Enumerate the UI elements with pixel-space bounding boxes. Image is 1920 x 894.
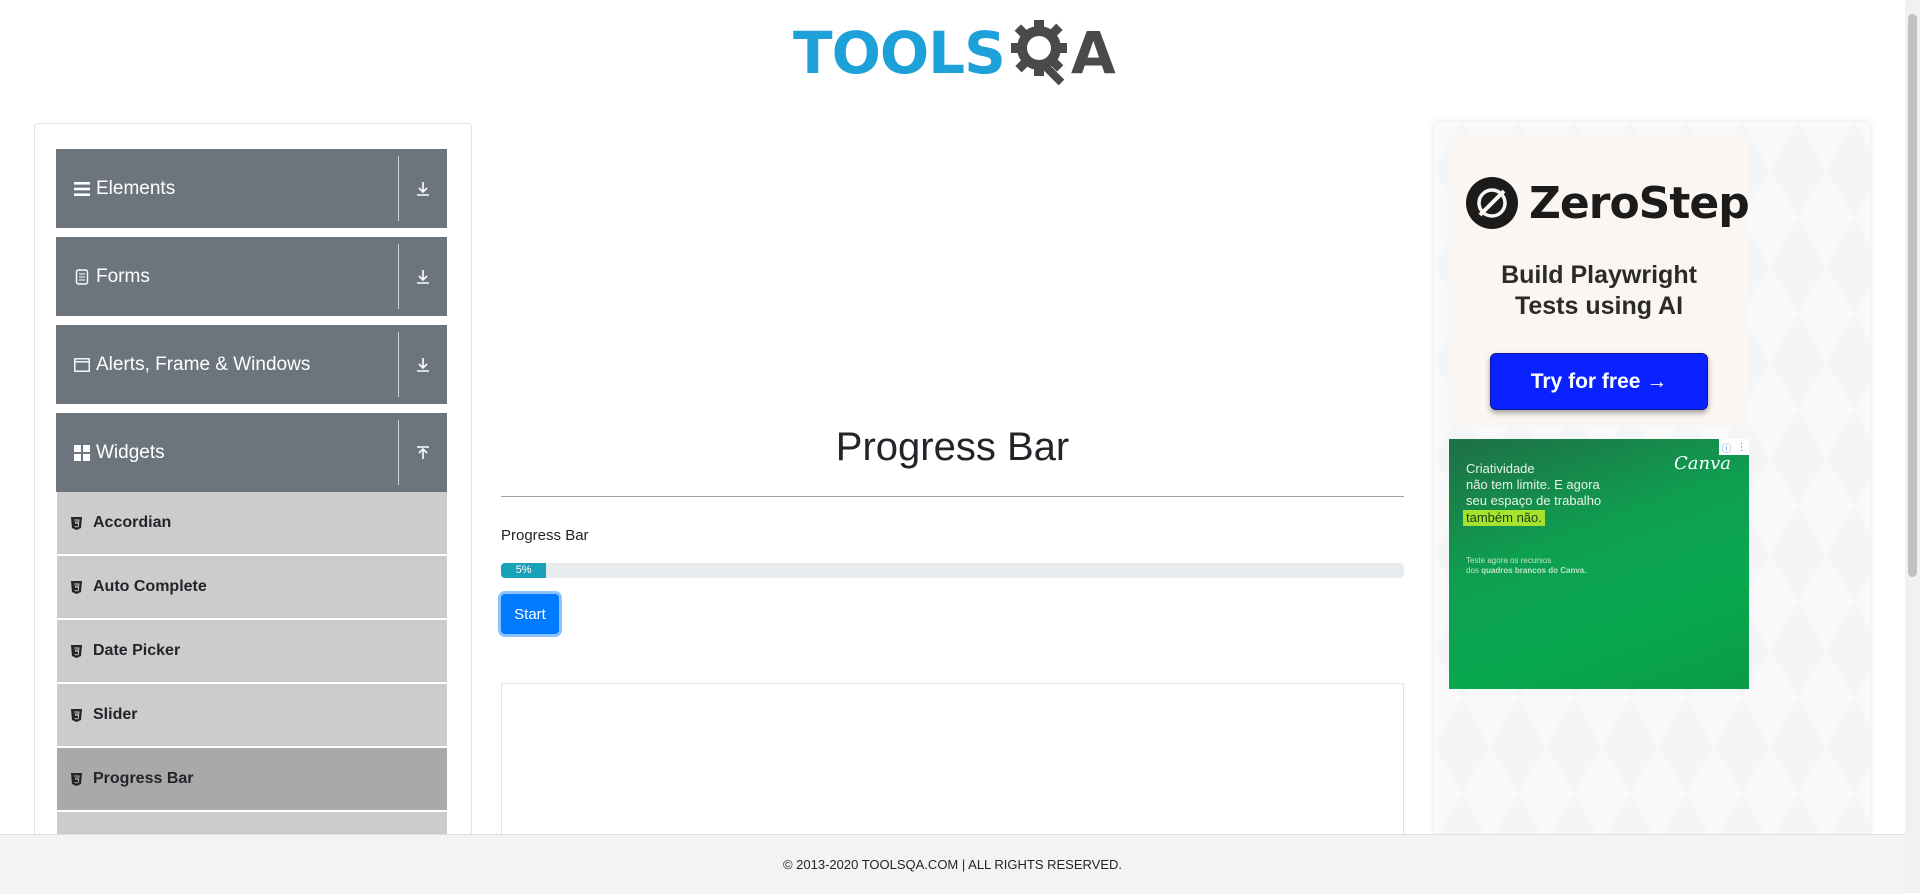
- canva-ad-small-line: Teste agora os recursos: [1466, 556, 1552, 565]
- canva-ad-line: seu espaço de trabalho: [1466, 493, 1602, 508]
- download-arrow-icon[interactable]: [399, 181, 447, 197]
- sidebar-group-label: Alerts, Frame & Windows: [96, 353, 311, 375]
- title-divider: [501, 496, 1404, 497]
- page-title: Progress Bar: [835, 425, 1070, 469]
- window-icon: [72, 357, 92, 372]
- zerostep-headline-line: Build Playwright: [1501, 261, 1697, 289]
- canva-ad-line: Criatividade: [1466, 461, 1535, 476]
- download-arrow-icon[interactable]: [399, 269, 447, 285]
- zerostep-brand: ZeroStep: [1465, 176, 1750, 230]
- canva-ad-text: Criatividade não tem limite. E agora seu…: [1463, 461, 1602, 526]
- canva-ad[interactable]: ⓘ ⋮ Canva Criatividade não tem limite. E …: [1449, 439, 1749, 689]
- html5-icon: [71, 516, 85, 530]
- canva-ad-highlight: também não.: [1463, 510, 1545, 526]
- progress-bar-label: Progress Bar: [501, 527, 589, 544]
- sidebar-group-label: Widgets: [96, 441, 165, 463]
- try-for-free-button[interactable]: Try for free →: [1490, 353, 1708, 410]
- document-icon: [72, 268, 92, 285]
- sidebar-group-elements[interactable]: Elements: [56, 149, 447, 228]
- sidebar-item-label: Auto Complete: [93, 578, 207, 595]
- html5-icon: [71, 772, 85, 786]
- sidebar-group-widgets[interactable]: Widgets: [56, 413, 447, 492]
- zerostep-headline: Build Playwright Tests using AI: [1449, 260, 1749, 322]
- zerostep-ad[interactable]: ZeroStep Build Playwright Tests using AI…: [1449, 136, 1750, 426]
- content-panel: [501, 683, 1404, 834]
- sidebar-group-alerts[interactable]: Alerts, Frame & Windows: [56, 325, 447, 404]
- logo-text-suffix: A: [1070, 19, 1116, 87]
- html5-icon: [71, 644, 85, 658]
- logo-text: TOOLS: [793, 19, 1006, 87]
- sidebar-item-progress-bar[interactable]: Progress Bar: [57, 748, 447, 812]
- logo-gear-icon: [1009, 18, 1071, 88]
- sidebar-item-label: Progress Bar: [93, 770, 194, 787]
- footer-copyright: © 2013-2020 TOOLSQA.COM | ALL RIGHTS RES…: [782, 857, 1123, 872]
- toolsqa-logo[interactable]: TOOLS A: [793, 16, 1118, 90]
- sidebar-item-slider[interactable]: Slider: [57, 684, 447, 748]
- left-sidebar: Elements Forms Alerts, Frame & Windows W…: [34, 123, 472, 845]
- canva-ad-small-print: Teste agora os recursos dos quadros bran…: [1466, 556, 1586, 576]
- upload-arrow-icon[interactable]: [399, 445, 447, 461]
- sidebar-item-label: Date Picker: [93, 642, 181, 659]
- zerostep-brand-name: ZeroStep: [1529, 177, 1750, 229]
- scrollbar-thumb[interactable]: [1908, 14, 1917, 577]
- progress-bar: 5%: [501, 563, 1404, 578]
- download-arrow-icon[interactable]: [399, 357, 447, 373]
- canva-logo: Canva: [1674, 453, 1731, 474]
- canva-ad-small-line: dos quadros brancos do Canva.: [1466, 566, 1586, 576]
- sidebar-group-label: Forms: [96, 265, 150, 287]
- sidebar-item-auto-complete[interactable]: Auto Complete: [57, 556, 447, 620]
- sidebar-item-accordian[interactable]: Accordian: [57, 492, 447, 556]
- start-button[interactable]: Start: [501, 594, 559, 634]
- sidebar-item-label: Accordian: [93, 514, 172, 531]
- html5-icon: [71, 708, 85, 722]
- widgets-icon: [72, 444, 92, 461]
- footer: © 2013-2020 TOOLSQA.COM | ALL RIGHTS RES…: [0, 834, 1905, 894]
- sidebar-group-forms[interactable]: Forms: [56, 237, 447, 316]
- canva-ad-small-prefix: dos: [1466, 566, 1482, 575]
- sidebar-item-label: Slider: [93, 706, 138, 723]
- canva-ad-small-bold: quadros brancos do Canva.: [1481, 566, 1587, 575]
- sidebar-item-date-picker[interactable]: Date Picker: [57, 620, 447, 684]
- canva-ad-line: não tem limite. E agora: [1466, 477, 1600, 492]
- zerostep-logo-icon: [1466, 177, 1518, 229]
- hamburger-icon: [72, 181, 92, 196]
- zerostep-headline-line: Tests using AI: [1514, 292, 1684, 320]
- html5-icon: [71, 580, 85, 594]
- sidebar-group-label: Elements: [96, 177, 176, 199]
- progress-bar-fill: 5%: [501, 563, 547, 578]
